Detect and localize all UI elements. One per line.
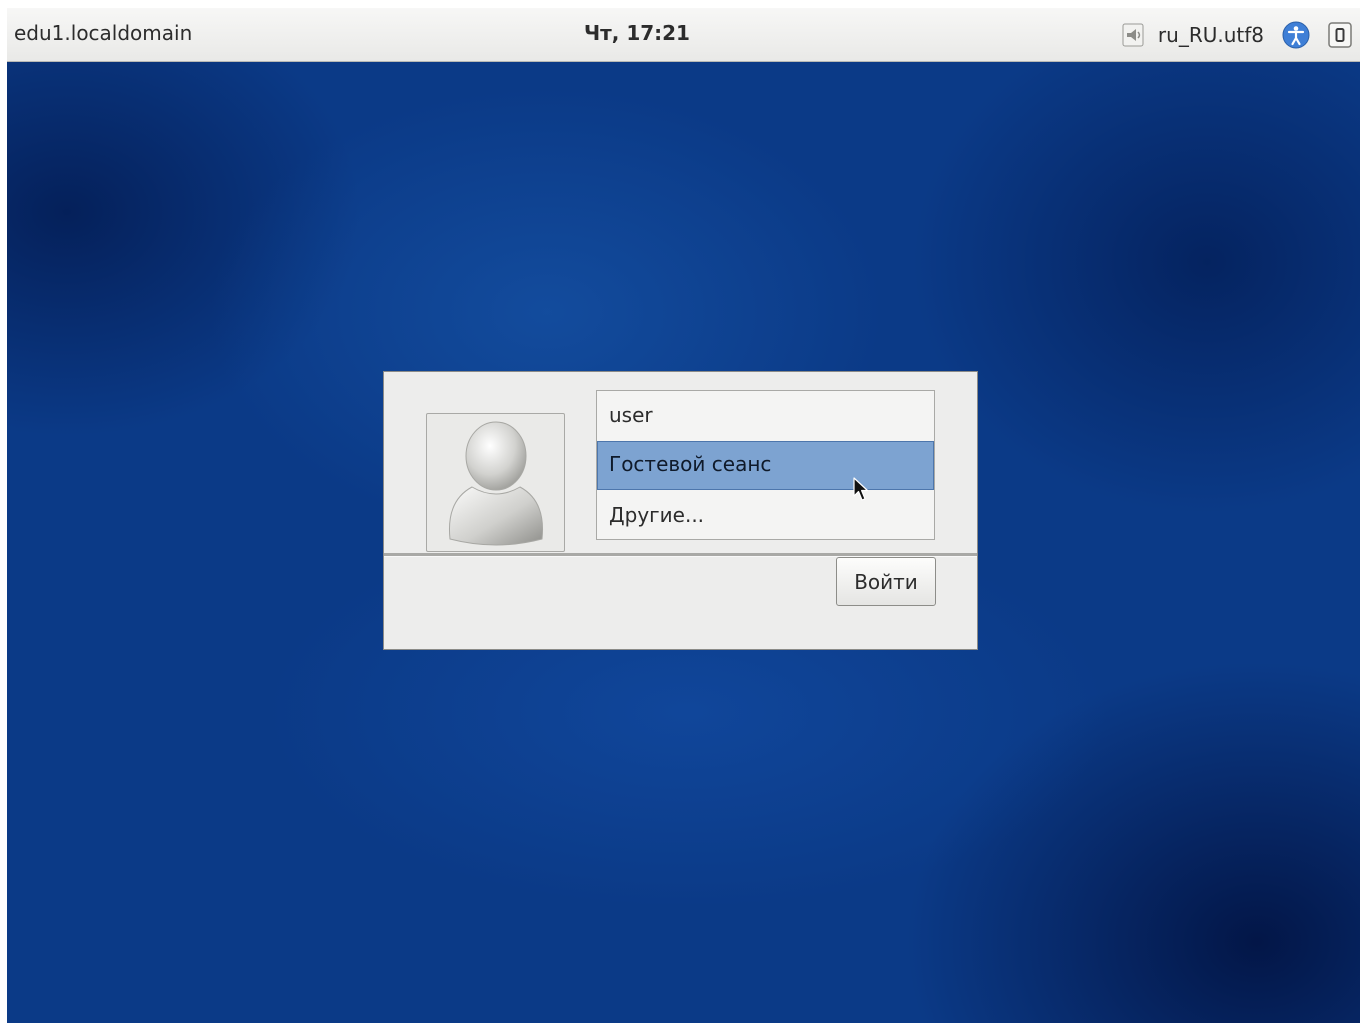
user-list[interactable]: user Гостевой сеанс Другие... (596, 390, 935, 540)
user-list-item-user[interactable]: user (597, 391, 934, 440)
power-icon[interactable] (1328, 22, 1352, 48)
speaker-icon[interactable] (1122, 23, 1144, 47)
login-dialog: user Гостевой сеанс Другие... Войти (383, 371, 978, 650)
accessibility-icon[interactable] (1282, 21, 1310, 49)
user-list-item-guest-session[interactable]: Гостевой сеанс (597, 441, 934, 490)
mouse-cursor-icon (853, 477, 869, 501)
user-list-item-other[interactable]: Другие... (597, 491, 934, 540)
clock[interactable]: Чт, 17:21 (584, 21, 690, 45)
hostname-label: edu1.localdomain (14, 21, 193, 45)
user-silhouette-icon (448, 421, 544, 546)
top-panel: edu1.localdomain Чт, 17:21 ru_RU.utf8 (7, 8, 1360, 62)
login-button[interactable]: Войти (836, 557, 936, 606)
keyboard-layout-indicator[interactable]: ru_RU.utf8 (1158, 23, 1264, 47)
user-avatar (426, 413, 565, 552)
system-tray: ru_RU.utf8 (1122, 20, 1352, 50)
